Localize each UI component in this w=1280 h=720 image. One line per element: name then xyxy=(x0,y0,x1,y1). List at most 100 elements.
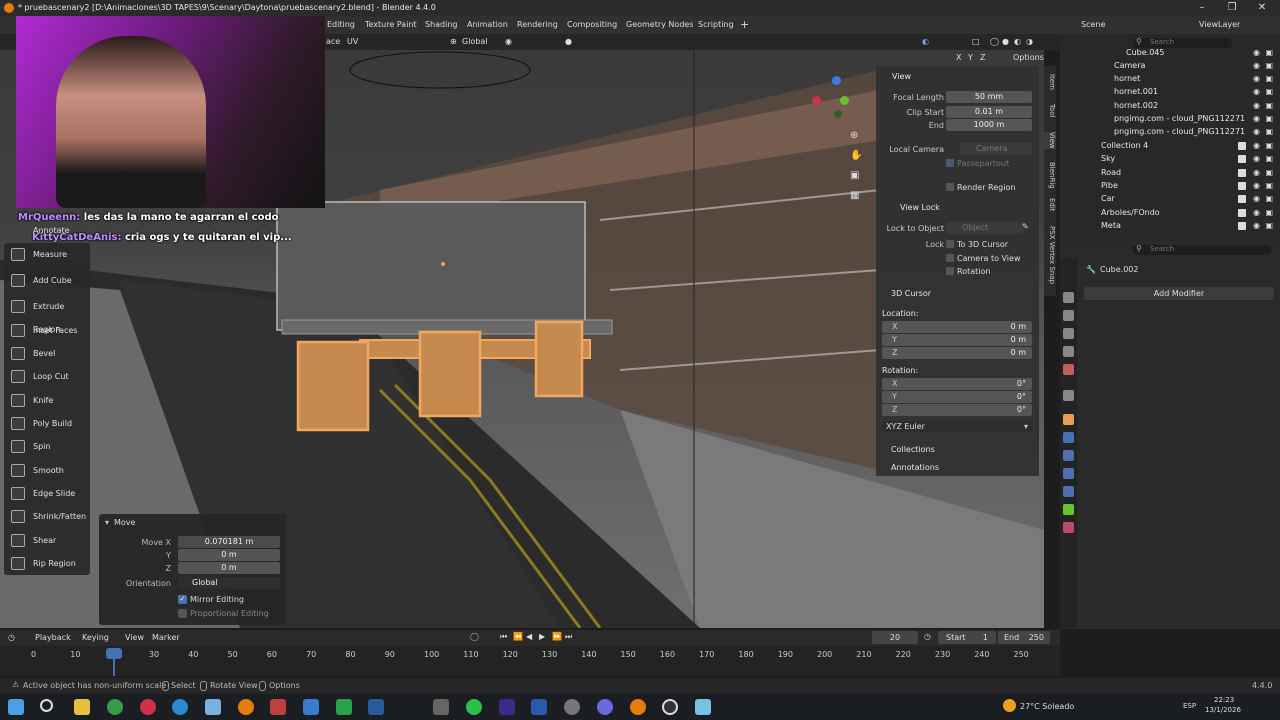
exclude-checkbox[interactable] xyxy=(1238,155,1246,163)
exclude-checkbox[interactable] xyxy=(1238,182,1246,190)
camera-to-view-checkbox[interactable] xyxy=(946,254,954,262)
tool-inset-faces[interactable]: Inset Faces xyxy=(4,319,90,342)
record-icon[interactable]: ◯ xyxy=(470,632,479,641)
gizmo-z-icon[interactable] xyxy=(832,76,841,85)
move-x-field[interactable]: 0.070181 m xyxy=(178,536,280,548)
tab-texture-paint[interactable]: Texture Paint xyxy=(365,16,417,34)
gizmo-y-icon[interactable] xyxy=(840,96,849,105)
render-icon[interactable]: ▣ xyxy=(1265,206,1273,219)
add-modifier-button[interactable]: Add Modifier xyxy=(1084,287,1274,300)
view-layer-selector[interactable]: ViewLayer xyxy=(1199,16,1240,34)
render-tab-icon[interactable] xyxy=(1063,310,1074,321)
eye-icon[interactable]: ◉ xyxy=(1253,125,1260,138)
collections-header[interactable]: Collections xyxy=(891,445,935,454)
word-icon[interactable] xyxy=(531,699,547,715)
cursor-loc-z[interactable]: Z0 m xyxy=(882,347,1032,359)
outliner-row-sky[interactable]: Sky ◉ ▣ xyxy=(1060,152,1280,165)
vegas-icon[interactable] xyxy=(368,699,384,715)
rotation-mode-dropdown[interactable]: XYZ Euler ▾ xyxy=(882,421,1032,433)
3d-cursor-header[interactable]: 3D Cursor xyxy=(891,289,931,298)
app-icon[interactable] xyxy=(303,699,319,715)
tab-scripting[interactable]: Scripting xyxy=(698,16,734,34)
uv-menu[interactable]: UV xyxy=(347,34,358,50)
tab-editing[interactable]: Editing xyxy=(327,16,355,34)
annotate-label[interactable]: Annotate xyxy=(33,226,70,235)
gizmo-x-icon[interactable] xyxy=(812,96,821,105)
annotations-header[interactable]: Annotations xyxy=(891,463,939,472)
weather-text[interactable]: 27°C Soleado xyxy=(1020,702,1074,711)
local-camera-field[interactable]: Camera xyxy=(960,143,1032,155)
cursor-rot-z[interactable]: Z 0° xyxy=(882,404,1032,416)
outliner-row-car[interactable]: Car ◉ ▣ xyxy=(1060,192,1280,205)
snap-icon[interactable]: ◉ xyxy=(505,34,512,50)
tab-edit[interactable]: Edit xyxy=(1044,198,1056,212)
eye-icon[interactable]: ◉ xyxy=(1253,152,1260,165)
shading-material-icon[interactable]: ◐ xyxy=(1014,34,1021,50)
modifier-tab-icon[interactable] xyxy=(1063,432,1074,443)
mirror-editing-checkbox[interactable]: ✓ xyxy=(178,595,187,604)
face-menu[interactable]: ace xyxy=(326,34,340,50)
focal-length-field[interactable]: 50 mm xyxy=(946,91,1032,103)
gizmo-neg-y-icon[interactable] xyxy=(834,110,842,118)
hand-icon[interactable]: ✋ xyxy=(850,150,862,161)
camera-view-icon[interactable]: ▣ xyxy=(850,170,859,181)
world-tab-icon[interactable] xyxy=(1063,390,1074,401)
timeline-scrubber[interactable]: 0102030405060708090100110120130140150160… xyxy=(0,646,1060,676)
outliner-row-camera[interactable]: Camera ◉ ▣ xyxy=(1060,59,1280,72)
outliner-row-collection4[interactable]: Collection 4 ◉ ▣ xyxy=(1060,139,1280,152)
render-icon[interactable]: ▣ xyxy=(1265,99,1273,112)
overlay-icon[interactable]: ◐ xyxy=(922,34,929,50)
outliner-row-pibe[interactable]: Pibe ◉ ▣ xyxy=(1060,179,1280,192)
spotify-icon[interactable] xyxy=(466,699,482,715)
outliner-row-road[interactable]: Road ◉ ▣ xyxy=(1060,166,1280,179)
tab-shading[interactable]: Shading xyxy=(425,16,458,34)
render-icon[interactable]: ▣ xyxy=(1265,46,1273,59)
passepartout-checkbox[interactable] xyxy=(946,159,954,167)
to-3d-cursor-checkbox[interactable] xyxy=(946,240,954,248)
pycharm-icon[interactable] xyxy=(336,699,352,715)
maximize-button[interactable]: ❐ xyxy=(1218,0,1246,16)
tab-compositing[interactable]: Compositing xyxy=(567,16,617,34)
zoom-icon[interactable]: ⊕ xyxy=(850,130,858,141)
shading-solid-icon[interactable]: ● xyxy=(1002,34,1009,50)
tool-add-cube[interactable]: Add Cube xyxy=(4,269,90,292)
app-icon[interactable] xyxy=(270,699,286,715)
tab-geometry-nodes[interactable]: Geometry Nodes xyxy=(626,16,693,34)
view-lock-header[interactable]: View Lock xyxy=(900,203,940,212)
clip-start-field[interactable]: 0.01 m xyxy=(946,106,1032,118)
eye-icon[interactable]: ◉ xyxy=(1253,99,1260,112)
app-icon[interactable] xyxy=(695,699,711,715)
editor-type-icon[interactable]: ◷ xyxy=(8,633,15,642)
outliner-row-arboles[interactable]: Arboles/FOndo ◉ ▣ xyxy=(1060,206,1280,219)
chrome-icon[interactable] xyxy=(107,699,123,715)
tool-knife[interactable]: Knife xyxy=(4,389,90,412)
render-icon[interactable]: ▣ xyxy=(1265,192,1273,205)
axis-x-toggle[interactable]: X xyxy=(956,53,961,62)
transform-orientation-dropdown[interactable]: Global xyxy=(462,34,488,50)
exclude-checkbox[interactable] xyxy=(1238,142,1246,150)
tab-blenrig[interactable]: BlenRig xyxy=(1044,162,1056,189)
constraints-tab-icon[interactable] xyxy=(1063,486,1074,497)
move-z-field[interactable]: 0 m xyxy=(178,562,280,574)
tool-spin[interactable]: Spin xyxy=(4,435,90,458)
view-layer-tab-icon[interactable] xyxy=(1063,346,1074,357)
cursor-loc-y[interactable]: Y0 m xyxy=(882,334,1032,346)
blender-active-icon[interactable] xyxy=(630,699,646,715)
operator-title[interactable]: Move xyxy=(114,518,135,527)
render-icon[interactable]: ▣ xyxy=(1265,59,1273,72)
shading-wire-icon[interactable]: ◯ xyxy=(990,34,999,50)
view-menu[interactable]: View xyxy=(125,633,144,642)
tab-tool[interactable]: Tool xyxy=(1044,104,1056,118)
proportional-editing-checkbox[interactable] xyxy=(178,609,187,618)
render-icon[interactable]: ▣ xyxy=(1265,219,1273,232)
opera-icon[interactable] xyxy=(140,699,156,715)
eye-icon[interactable]: ◉ xyxy=(1253,206,1260,219)
object-tab-icon[interactable] xyxy=(1063,414,1074,425)
minimize-button[interactable]: – xyxy=(1188,0,1216,16)
grid-view-icon[interactable]: ▦ xyxy=(850,190,859,201)
axis-y-toggle[interactable]: Y xyxy=(968,53,973,62)
jump-end-icon[interactable]: ⏭ xyxy=(565,632,572,642)
jump-start-icon[interactable]: ⏮ xyxy=(500,632,507,642)
outliner-row-meta[interactable]: Meta ◉ ▣ xyxy=(1060,219,1280,232)
lock-to-object-field[interactable]: Object xyxy=(946,222,1024,234)
